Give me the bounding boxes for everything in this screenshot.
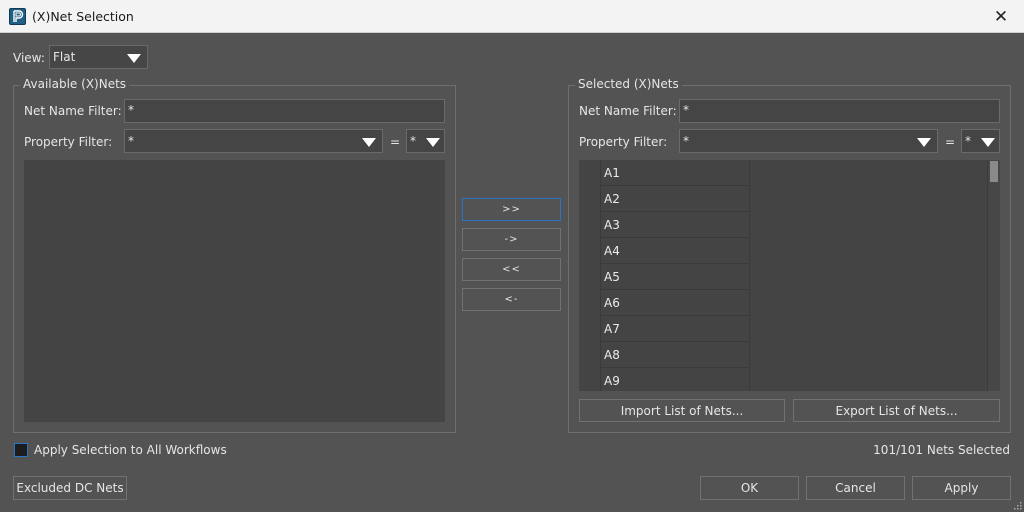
- available-property-filter-dropdown[interactable]: *: [124, 129, 383, 153]
- list-item[interactable]: A4: [600, 238, 750, 264]
- chevron-down-icon: [917, 138, 931, 147]
- close-icon: ✕: [993, 6, 1009, 27]
- remove-selected-button[interactable]: <-: [462, 288, 561, 311]
- close-button[interactable]: ✕: [978, 0, 1024, 33]
- excluded-dc-nets-button[interactable]: Excluded DC Nets: [13, 476, 127, 500]
- available-property-filter-value: *: [128, 134, 134, 148]
- available-equals-sign: =: [390, 135, 401, 149]
- add-selected-button[interactable]: ->: [462, 228, 561, 251]
- selected-property-filter-label: Property Filter:: [579, 135, 668, 149]
- chevron-down-icon: [127, 54, 141, 63]
- selected-property-value-dropdown[interactable]: *: [961, 129, 1000, 153]
- add-all-button[interactable]: >>: [462, 198, 561, 221]
- available-nets-list[interactable]: [24, 160, 445, 422]
- chevron-down-icon: [362, 138, 376, 147]
- scrollbar-thumb[interactable]: [990, 161, 998, 182]
- chevron-down-icon: [426, 138, 440, 147]
- available-property-value: *: [410, 134, 416, 148]
- list-item[interactable]: A5: [600, 264, 750, 290]
- list-item[interactable]: A7: [600, 316, 750, 342]
- view-label: View:: [13, 51, 45, 65]
- resize-grip-icon[interactable]: [1014, 502, 1022, 510]
- selection-status: 101/101 Nets Selected: [873, 443, 1010, 457]
- selected-nets-title: Selected (X)Nets: [575, 77, 682, 91]
- list-item[interactable]: A3: [600, 212, 750, 238]
- ok-button[interactable]: OK: [700, 476, 799, 500]
- app-logo-icon: [9, 8, 26, 25]
- selected-nets-rows: A1 A2 A3 A4 A5 A6 A7 A8 A9: [600, 160, 750, 391]
- remove-all-button[interactable]: <<: [462, 258, 561, 281]
- list-item[interactable]: A1: [600, 160, 750, 186]
- available-nets-title: Available (X)Nets: [20, 77, 130, 91]
- available-net-name-filter-label: Net Name Filter:: [24, 104, 122, 118]
- view-dropdown[interactable]: Flat: [49, 45, 148, 69]
- export-list-button[interactable]: Export List of Nets...: [793, 399, 1000, 422]
- available-net-name-filter-input[interactable]: *: [124, 99, 445, 123]
- list-item[interactable]: A8: [600, 342, 750, 368]
- selected-property-value: *: [965, 134, 971, 148]
- apply-all-workflows-label: Apply Selection to All Workflows: [34, 443, 227, 457]
- view-dropdown-value: Flat: [53, 50, 76, 64]
- selected-equals-sign: =: [945, 135, 956, 149]
- list-item[interactable]: A9: [600, 368, 750, 391]
- selected-nets-list[interactable]: A1 A2 A3 A4 A5 A6 A7 A8 A9: [579, 160, 1000, 391]
- selected-net-name-filter-value: *: [683, 103, 689, 117]
- available-property-value-dropdown[interactable]: *: [406, 129, 445, 153]
- available-property-filter-label: Property Filter:: [24, 135, 113, 149]
- apply-button[interactable]: Apply: [912, 476, 1011, 500]
- selected-property-filter-value: *: [683, 134, 689, 148]
- selected-net-name-filter-label: Net Name Filter:: [579, 104, 677, 118]
- list-item[interactable]: A6: [600, 290, 750, 316]
- title-bar: (X)Net Selection ✕: [0, 0, 1024, 33]
- window-title: (X)Net Selection: [32, 9, 134, 24]
- selected-net-name-filter-input[interactable]: *: [679, 99, 1000, 123]
- selected-nets-scrollbar[interactable]: [987, 160, 1000, 391]
- import-list-button[interactable]: Import List of Nets...: [579, 399, 785, 422]
- cancel-button[interactable]: Cancel: [806, 476, 905, 500]
- chevron-down-icon: [981, 138, 995, 147]
- apply-all-workflows-checkbox[interactable]: [14, 443, 28, 457]
- selected-property-filter-dropdown[interactable]: *: [679, 129, 938, 153]
- available-net-name-filter-value: *: [128, 103, 134, 117]
- list-item[interactable]: A2: [600, 186, 750, 212]
